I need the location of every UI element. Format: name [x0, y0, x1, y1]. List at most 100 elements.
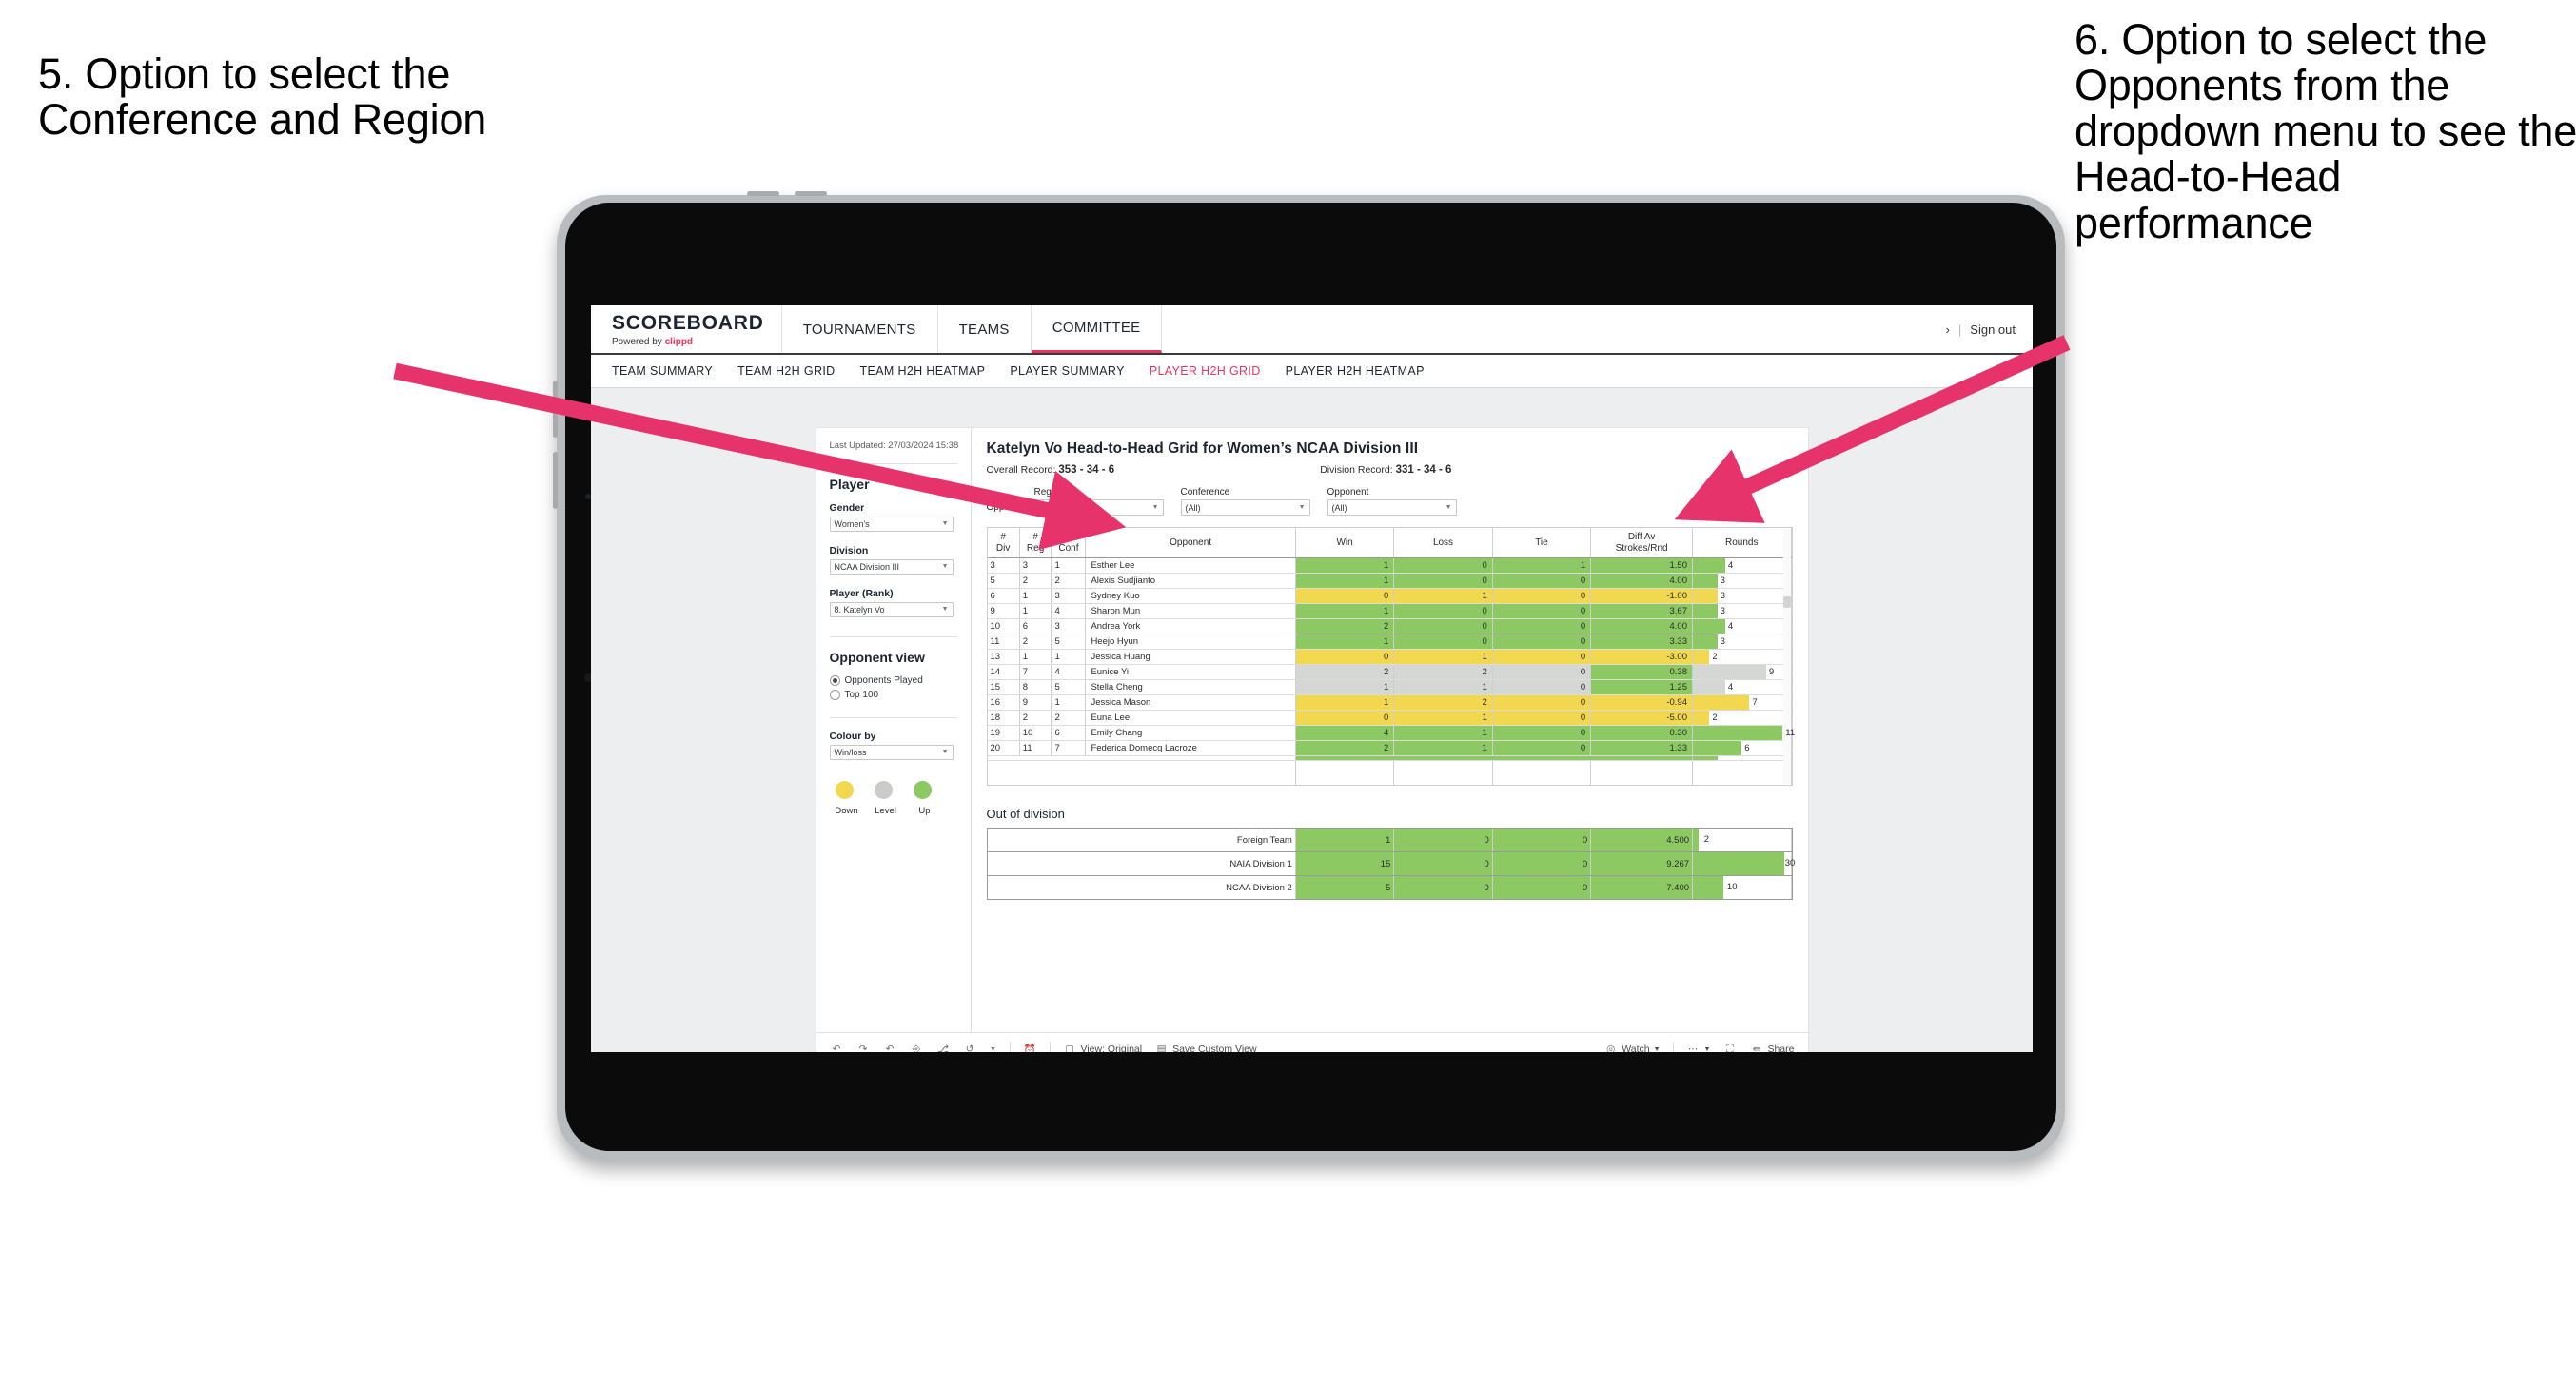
tab-team-h2h-heatmap[interactable]: TEAM H2H HEATMAP	[860, 364, 986, 378]
grid-col-header[interactable]: Diff Av Strokes/Rnd	[1590, 528, 1693, 558]
table-row[interactable]: 10 6 3 Andrea York 2 0 0 4.00 4	[987, 618, 1792, 634]
grid-cell: Jessica Mason	[1085, 694, 1296, 711]
view-original-button[interactable]: ▢ View: Original	[1063, 1043, 1142, 1052]
rounds-value: 4	[1727, 560, 1734, 571]
tab-player-h2h-grid[interactable]: PLAYER H2H GRID	[1150, 364, 1261, 378]
table-row[interactable]: 5 2 2 Alexis Sudjianto 1 0 0 4.00 3	[987, 573, 1792, 589]
logo-tagline: Powered by clippd	[612, 336, 694, 347]
conference-select[interactable]: (All) ▼	[1180, 499, 1310, 516]
player-rank-select[interactable]: 8. Katelyn Vo ▼	[829, 601, 954, 617]
grid-col-header[interactable]: Win	[1295, 528, 1395, 558]
region-filter: Region (All) ▼	[1033, 487, 1164, 516]
share-button[interactable]: ⇚ Share	[1749, 1043, 1795, 1052]
grid-cell: -0.94	[1590, 694, 1693, 711]
table-row[interactable]: 11 2 5 Heejo Hyun 1 0 0 3.33 3	[987, 634, 1792, 650]
colour-by-select[interactable]: Win/loss ▼	[829, 744, 954, 760]
grid-col-header[interactable]: # Div	[987, 528, 1020, 558]
primary-nav: TOURNAMENTS TEAMS COMMITTEE	[782, 305, 1163, 353]
pause-icon[interactable]: ⏰	[1023, 1043, 1037, 1053]
table-filler-row	[987, 760, 1792, 785]
grid-cell: Emily Chang	[1085, 725, 1296, 741]
division-field: Division NCAA Division III ▼	[829, 545, 971, 575]
download-button[interactable]: ⋯ ▼	[1686, 1043, 1711, 1053]
rounds-value: 3	[1720, 576, 1725, 586]
redo-icon[interactable]: ↷	[856, 1043, 871, 1052]
chevron-down-icon[interactable]: ▼	[990, 1043, 997, 1053]
rounds-value: 3	[1720, 636, 1725, 647]
ood-name: Foreign Team	[987, 829, 1296, 852]
tab-player-summary[interactable]: PLAYER SUMMARY	[1010, 364, 1124, 378]
conference-value: (All)	[1185, 502, 1201, 513]
division-select[interactable]: NCAA Division III ▼	[829, 558, 954, 575]
region-select[interactable]: (All) ▼	[1033, 499, 1164, 516]
tab-team-summary[interactable]: TEAM SUMMARY	[612, 364, 713, 378]
table-row[interactable]: NAIA Division 1 15 0 0 9.267 30	[987, 851, 1795, 876]
grid-cell-rounds-bar: 2	[1692, 710, 1792, 726]
nav-tournaments[interactable]: TOURNAMENTS	[782, 305, 938, 353]
grid-col-header[interactable]: Rounds	[1692, 528, 1792, 558]
reset-icon[interactable]: ↺	[963, 1043, 977, 1052]
opponent-select[interactable]: (All) ▼	[1327, 499, 1457, 516]
grid-col-header[interactable]: Opponent	[1085, 528, 1296, 558]
out-of-division-table: Foreign Team 1 0 0 4.500 2 NAIA Division 1 15…	[986, 828, 1795, 900]
sign-out-link[interactable]: Sign out	[1970, 322, 2016, 337]
tab-player-h2h-heatmap[interactable]: PLAYER H2H HEATMAP	[1286, 364, 1425, 378]
revert-icon[interactable]: ↶	[883, 1043, 897, 1052]
tab-team-h2h-grid[interactable]: TEAM H2H GRID	[737, 364, 835, 378]
player-rank-label: Player (Rank)	[829, 587, 894, 599]
grid-cell: 1	[1393, 740, 1493, 756]
table-row[interactable]: 15 8 5 Stella Cheng 1 1 0 1.25 4	[987, 679, 1792, 695]
rounds-value: 11	[1785, 728, 1796, 738]
table-row[interactable]: Foreign Team 1 0 0 4.500 2	[987, 829, 1792, 852]
brand-logo[interactable]: SCOREBOARD Powered by clippd	[591, 305, 782, 353]
save-custom-view-button[interactable]: ▤ Save Custom View	[1154, 1043, 1257, 1052]
chevron-down-icon: ▼	[941, 520, 949, 528]
grid-cell: 0	[1492, 740, 1592, 756]
grid-col-header[interactable]: Tie	[1492, 528, 1592, 558]
grid-col-header[interactable]: # Conf	[1051, 528, 1087, 558]
grid-cell-rounds-bar: 7	[1692, 694, 1792, 711]
radio-top-100[interactable]: Top 100	[829, 689, 971, 700]
table-row[interactable]: 9 1 4 Sharon Mun 1 0 0 3.67 3	[987, 603, 1792, 619]
table-row[interactable]: 3 3 1 Esther Lee 1 0 1 1.50 4	[987, 557, 1792, 574]
grid-cell: 0	[1393, 634, 1493, 650]
table-row[interactable]: 20 11 7 Federica Domecq Lacroze 2 1 0 1.33 6	[987, 740, 1792, 756]
last-updated-label: Last Updated: 27/03/2024 15:38	[829, 440, 959, 451]
nav-teams[interactable]: TEAMS	[938, 305, 1032, 353]
grid-cell: 1	[1019, 649, 1052, 665]
grid-cell: 0	[1492, 618, 1592, 634]
table-row[interactable]: 13 1 1 Jessica Huang 0 1 0 -3.00 2	[987, 649, 1792, 665]
pause-auto-update-icon[interactable]: ⎇	[936, 1043, 951, 1052]
ood-tie: 0	[1492, 851, 1592, 876]
legend-label-down: Down	[835, 805, 858, 816]
chevron-down-icon: ▼	[1703, 1045, 1711, 1053]
table-row[interactable]: 6 1 3 Sydney Kuo 0 1 0 -1.00 3	[987, 588, 1792, 604]
grid-cell: 0	[1393, 603, 1493, 619]
chevron-right-icon[interactable]: ›	[1946, 322, 1950, 337]
grid-col-header[interactable]: # Reg	[1019, 528, 1052, 558]
grid-cell: 3.33	[1590, 634, 1693, 650]
share-icon: ⇚	[1752, 1044, 1761, 1052]
fullscreen-icon[interactable]: ⛶	[1722, 1043, 1737, 1053]
table-row[interactable]: 18 2 2 Euna Lee 0 1 0 -5.00 2	[987, 710, 1792, 726]
grid-cell-rounds-bar: 3	[1692, 634, 1792, 650]
nav-committee[interactable]: COMMITTEE	[1031, 305, 1163, 353]
table-row[interactable]: 14 7 4 Eunice Yi 2 2 0 0.38 9	[987, 664, 1792, 680]
ood-rounds-bar: 30	[1692, 851, 1795, 876]
rounds-value: 4	[1727, 621, 1734, 632]
undo-icon[interactable]: ↶	[830, 1043, 844, 1052]
table-row[interactable]: 16 9 1 Jessica Mason 1 2 0 -0.94 7	[987, 694, 1792, 711]
h2h-grid: # Div # Reg # Conf Opponent Win Loss Tie Diff Av St…	[986, 527, 1796, 786]
refresh-data-icon[interactable]: ⎆	[910, 1043, 924, 1053]
grid-col-header[interactable]: Loss	[1393, 528, 1493, 558]
watch-button[interactable]: ◎ Watch ▼	[1603, 1043, 1660, 1052]
grid-cell: 2	[1295, 618, 1395, 634]
radio-opponents-played[interactable]: Opponents Played	[829, 674, 971, 686]
grid-cell: 1	[1295, 634, 1395, 650]
table-row[interactable]: NCAA Division 2 5 0 0 7.400 10	[987, 875, 1792, 899]
ood-win: 5	[1295, 875, 1395, 899]
table-row[interactable]: 19 10 6 Emily Chang 4 1 0 0.30 11	[987, 725, 1796, 741]
gender-select[interactable]: Women’s ▼	[829, 516, 954, 532]
radio-top-100-label: Top 100	[844, 689, 879, 700]
divider	[1049, 1042, 1051, 1052]
